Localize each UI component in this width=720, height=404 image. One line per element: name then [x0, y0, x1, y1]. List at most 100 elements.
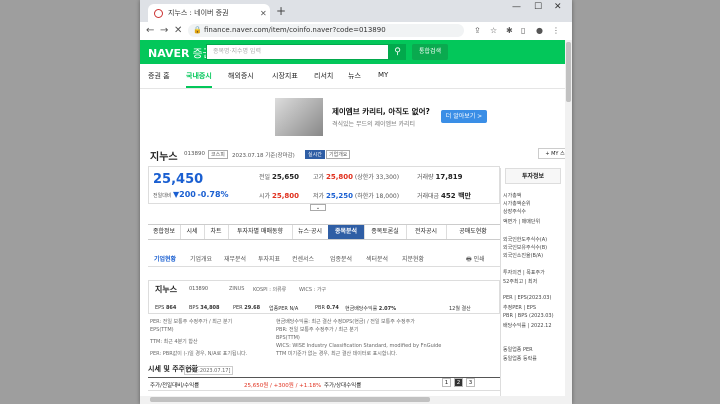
high-price: 고가 25,800 (상한가 33,300)	[313, 173, 400, 181]
company-name: 지누스	[155, 285, 178, 294]
eps-value: EPS 864	[155, 305, 177, 311]
price-row-label: 주가/전일대비/수익률	[150, 383, 200, 389]
subtab-status[interactable]: 기업현황	[154, 254, 176, 263]
minimize-icon[interactable]: —	[512, 2, 521, 12]
browser-tab[interactable]: 지누스 : 네이버 증권 ✕	[148, 4, 270, 22]
tab-analysis[interactable]: 종목분석	[328, 225, 365, 239]
sidebar-item: 동일업종 등락률	[503, 356, 537, 362]
stock-tabs: 종합정보 시세 차트 투자자별 매매동향 뉴스·공시 종목분석 종목토론실 전자…	[148, 224, 501, 240]
notes-right: 현금배당수익률: 최근 결산 수정DPS(현금) / 전일 보통주 수정주가 P…	[276, 319, 442, 357]
sidebar-item: 시가총액순위	[503, 201, 531, 207]
bps-value: BPS 34,808	[189, 305, 220, 311]
low-price: 저가 25,250 (하한가 18,000)	[313, 192, 400, 200]
per-value: PER 29.68	[233, 305, 261, 311]
nav-overseas[interactable]: 해외증시	[228, 71, 254, 81]
scrollbar-thumb[interactable]	[566, 42, 571, 102]
investment-info-sidebar: 투자정보 시가총액 시가총액순위 상장주식수 액면가 | 매매단위 외국인한도주…	[500, 168, 565, 404]
menu-icon[interactable]: ⋮	[552, 26, 560, 35]
tab-title: 지누스 : 네이버 증권	[168, 9, 229, 17]
tab-investor[interactable]: 투자자별 매매동향	[228, 225, 293, 239]
stock-date: 2023.07.18 기준(장마감)	[232, 153, 295, 159]
company-wics: WICS : 가구	[299, 287, 327, 293]
sidebar-item: 외국인한도주식수(A)	[503, 237, 548, 243]
lock-icon: 🔒	[193, 26, 202, 34]
price-row-value: 25,650원 / +300원 / +1.18%	[244, 383, 322, 389]
subtab-sector[interactable]: 섹터분석	[366, 254, 388, 263]
company-eng-name: ZINUS	[229, 286, 245, 292]
browser-window: 지누스 : 네이버 증권 ✕ + — ☐ ✕ ← → ✕ 🔒 finance.n…	[140, 0, 572, 404]
subtab-shareholders[interactable]: 지분현황	[402, 254, 424, 263]
dividend-yield: 현금배당수익률 2.07%	[345, 306, 397, 312]
favicon-icon	[154, 8, 163, 18]
bookmark-star-icon[interactable]: ☆	[490, 26, 497, 35]
subtab-consensus[interactable]: 컨센서스	[292, 254, 314, 263]
price-summary: 25,450 전일대비 ▼200 -0.78% 전일 25,650 고가 25,…	[148, 166, 500, 204]
close-window-icon[interactable]: ✕	[554, 2, 562, 12]
print-button[interactable]: 🖶 인쇄	[466, 254, 485, 265]
subtab-industry[interactable]: 업종분석	[330, 254, 352, 263]
forward-icon[interactable]: →	[160, 25, 168, 36]
ad-more-button[interactable]: 더 알아보기 >	[441, 110, 487, 123]
company-kospi-class: KOSPI : 의류류	[253, 287, 287, 293]
profile-icon[interactable]: ●	[536, 26, 543, 35]
expand-chevron-icon[interactable]: ⌄	[310, 204, 326, 211]
hscrollbar-thumb[interactable]	[150, 397, 430, 402]
new-tab-icon[interactable]: +	[276, 4, 286, 18]
sidebar-title: 투자정보	[505, 168, 561, 184]
sidebar-icon[interactable]: ▯	[521, 26, 525, 35]
ad-subtext: 격식있는 무드의 제이엠브 카리티	[332, 121, 416, 128]
naver-logo[interactable]: NAVER 증권	[148, 45, 213, 61]
company-overview-tag[interactable]: 기업개요	[326, 150, 351, 159]
url-field[interactable]: 🔒 finance.naver.com/item/coinfo.naver?co…	[188, 24, 464, 37]
page-2-button[interactable]: 2	[454, 378, 463, 387]
nav-home[interactable]: 증권 홈	[148, 71, 170, 81]
nav-my[interactable]: MY	[378, 71, 388, 79]
sidebar-item: 시가총액	[503, 193, 522, 199]
tab-disclosure[interactable]: 전자공시	[406, 225, 447, 239]
realtime-tag[interactable]: 실시간	[305, 150, 325, 159]
tab-chart[interactable]: 차트	[204, 225, 229, 239]
vertical-scrollbar[interactable]	[565, 40, 572, 404]
nav-domestic[interactable]: 국내증시	[186, 71, 212, 88]
stock-code: 013890	[184, 151, 205, 157]
share-icon[interactable]: ⇪	[474, 26, 481, 35]
subtab-financial[interactable]: 재무분석	[224, 254, 246, 263]
nav-news[interactable]: 뉴스	[348, 71, 361, 81]
close-tab-icon[interactable]: ✕	[260, 9, 267, 18]
sidebar-item: 외국인소진율(B/A)	[503, 253, 544, 259]
sidebar-item: PBR | BPS (2023.03)	[503, 313, 554, 319]
company-info-box: 지누스 013890 ZINUS KOSPI : 의류류 WICS : 가구 E…	[148, 280, 500, 314]
sidebar-item: 동일업종 PER	[503, 347, 533, 353]
pbr-value: PBR 0.74	[315, 305, 339, 311]
subtab-indicators[interactable]: 투자지표	[258, 254, 280, 263]
page-1-button[interactable]: 1	[442, 378, 451, 387]
horizontal-scrollbar[interactable]	[140, 396, 565, 404]
sidebar-item: 액면가 | 매매단위	[503, 219, 541, 225]
tab-bar: 지누스 : 네이버 증권 ✕ + — ☐ ✕	[140, 0, 572, 22]
nav-indicators[interactable]: 시장지표	[272, 71, 298, 81]
tab-summary[interactable]: 종합정보	[148, 225, 181, 239]
tab-discussion[interactable]: 종목토론실	[364, 225, 407, 239]
naver-header: NAVER 증권 종목명·지수명 입력 ⚲ 통합검색	[140, 40, 572, 64]
tab-quote[interactable]: 시세	[180, 225, 205, 239]
stop-icon[interactable]: ✕	[174, 25, 182, 36]
tab-news[interactable]: 뉴스·공시	[292, 225, 329, 239]
search-icon[interactable]: ⚲	[389, 44, 406, 60]
maximize-icon[interactable]: ☐	[534, 2, 542, 12]
integrated-search-button[interactable]: 통합검색	[412, 44, 448, 60]
nav-research[interactable]: 리서치	[314, 71, 333, 81]
sidebar-item: 배당수익률 | 2022.12	[503, 323, 552, 329]
extensions-icon[interactable]: ✱	[506, 26, 513, 35]
industry-per: 업종PER N/A	[269, 306, 299, 312]
search-input[interactable]: 종목명·지수명 입력	[206, 44, 389, 60]
tab-short-selling[interactable]: 공매도현황	[446, 225, 501, 239]
back-icon[interactable]: ←	[146, 25, 154, 36]
main-nav: 증권 홈 국내증시 해외증시 시장지표 리서치 뉴스 MY	[140, 64, 572, 89]
sidebar-item: 투자의견 | 목표주가	[503, 270, 545, 276]
fiscal-year: 12월 결산	[449, 306, 471, 312]
url-text: finance.naver.com/item/coinfo.naver?code…	[204, 26, 386, 34]
ad-banner[interactable]: 제이엠브 카리티, 아직도 없어? 격식있는 무드의 제이엠브 카리티 더 알아…	[275, 98, 491, 136]
analysis-subtabs: 기업현황 기업개요 재무분석 투자지표 컨센서스 업종분석 섹터분석 지분현황 …	[148, 252, 500, 267]
page-3-button[interactable]: 3	[466, 378, 475, 387]
subtab-overview[interactable]: 기업개요	[190, 254, 212, 263]
